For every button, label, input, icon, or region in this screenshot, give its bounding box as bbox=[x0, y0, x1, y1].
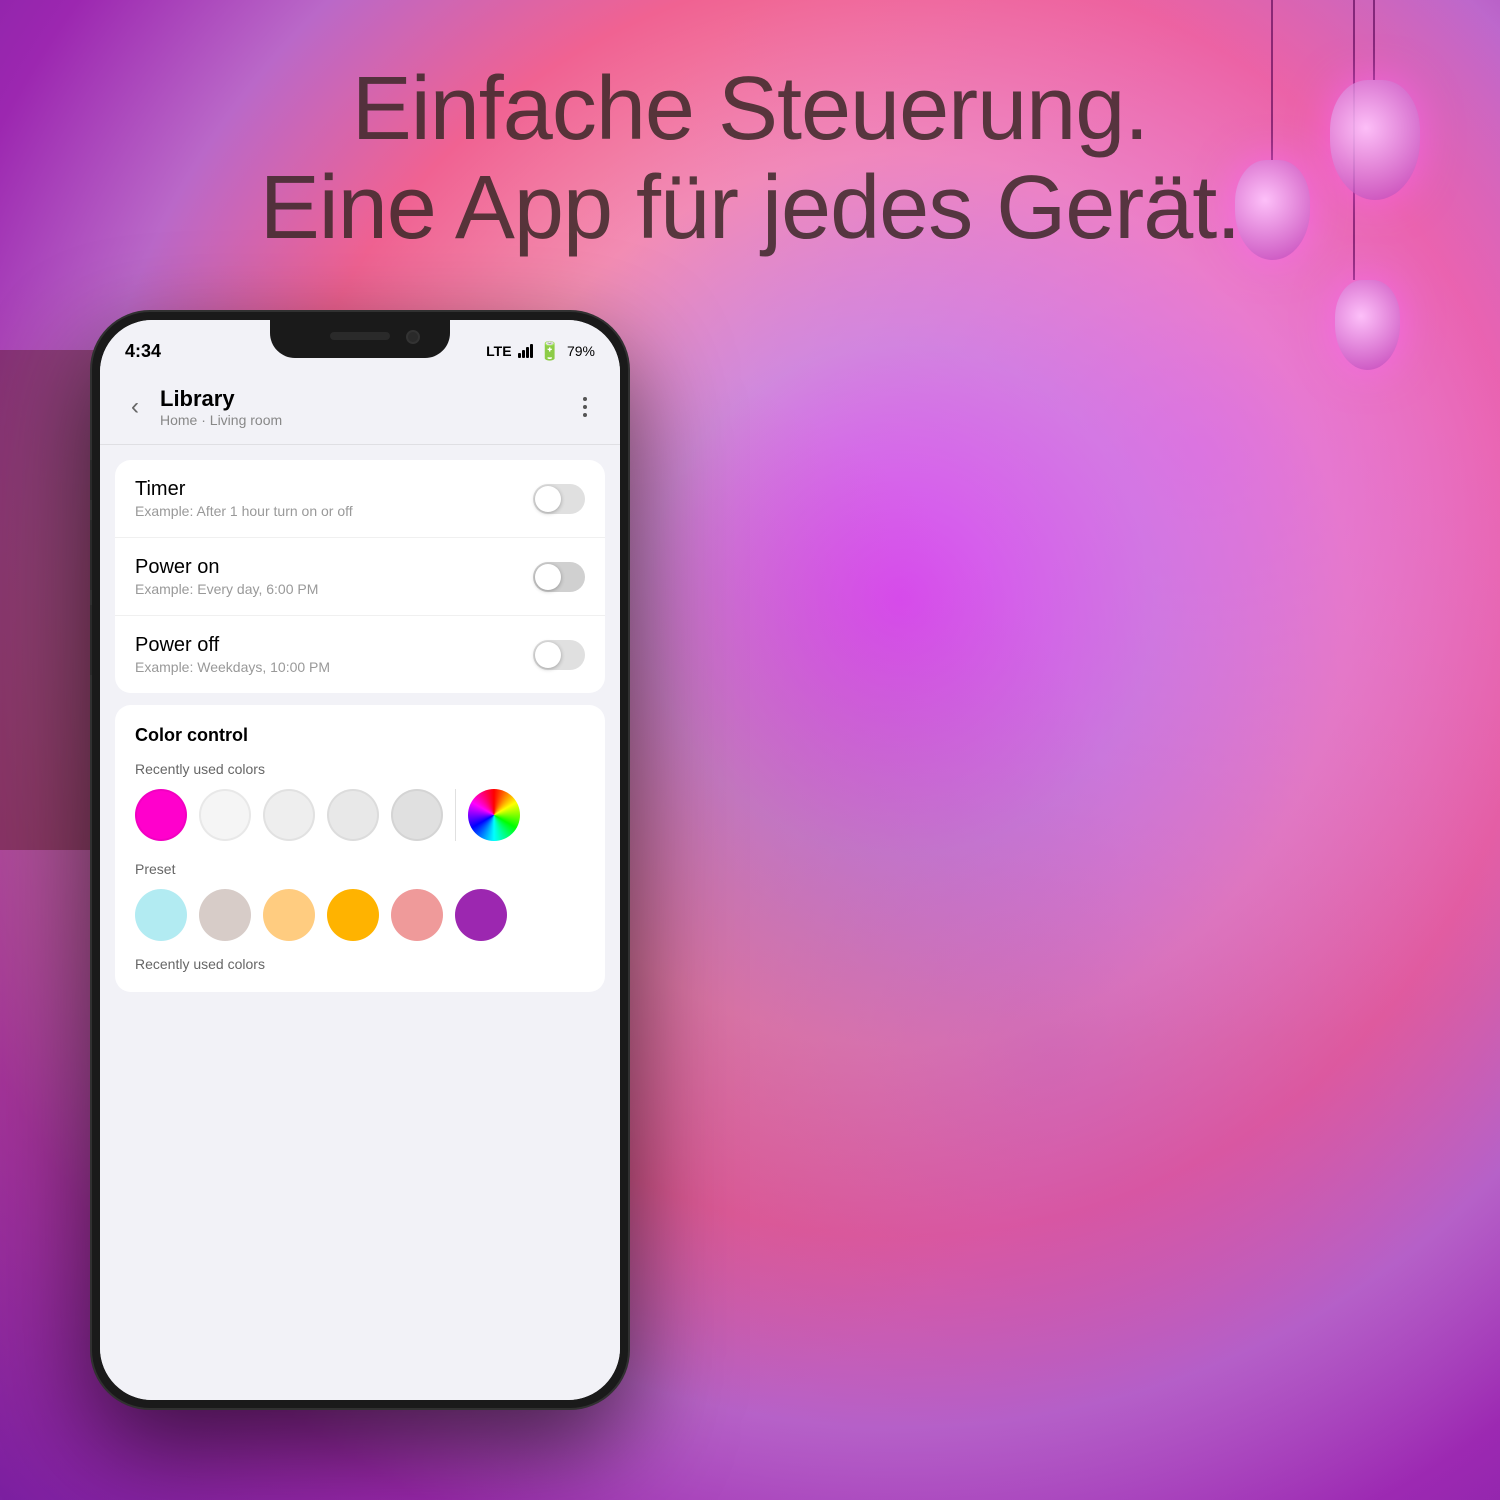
timer-toggle-thumb bbox=[535, 486, 561, 512]
color-circle-3[interactable] bbox=[327, 789, 379, 841]
app-header: ‹ Library Home · Living room bbox=[100, 370, 620, 445]
headline-line1: Einfache Steuerung. bbox=[0, 60, 1500, 159]
power-off-toggle-thumb bbox=[535, 642, 561, 668]
camera-icon bbox=[406, 330, 420, 344]
signal-icon bbox=[518, 344, 533, 358]
back-button[interactable]: ‹ bbox=[120, 392, 150, 422]
timer-text: Timer Example: After 1 hour turn on or o… bbox=[135, 478, 533, 519]
color-circle-2[interactable] bbox=[263, 789, 315, 841]
recently-used-label: Recently used colors bbox=[135, 761, 585, 777]
preset-circle-5[interactable] bbox=[455, 889, 507, 941]
preset-circle-2[interactable] bbox=[263, 889, 315, 941]
color-circle-0[interactable] bbox=[135, 789, 187, 841]
status-time: 4:34 bbox=[125, 341, 161, 362]
power-off-label: Power off bbox=[135, 634, 533, 657]
timers-card: Timer Example: After 1 hour turn on or o… bbox=[115, 460, 605, 693]
color-circle-4[interactable] bbox=[391, 789, 443, 841]
power-button bbox=[628, 490, 630, 570]
phone-outer: 4:34 LTE 🔋 79% ‹ bbox=[90, 310, 630, 1410]
menu-dot-3 bbox=[583, 413, 587, 417]
phone-screen: 4:34 LTE 🔋 79% ‹ bbox=[100, 320, 620, 1400]
phone-mockup: 4:34 LTE 🔋 79% ‹ bbox=[90, 310, 630, 1410]
power-off-row: Power off Example: Weekdays, 10:00 PM bbox=[115, 616, 605, 693]
phone-screen-area: 4:34 LTE 🔋 79% ‹ bbox=[100, 320, 620, 1400]
color-divider bbox=[455, 789, 456, 841]
power-off-desc: Example: Weekdays, 10:00 PM bbox=[135, 659, 533, 675]
preset-colors-row bbox=[135, 889, 585, 941]
preset-label: Preset bbox=[135, 861, 585, 877]
power-on-row: Power on Example: Every day, 6:00 PM bbox=[115, 538, 605, 616]
power-on-label: Power on bbox=[135, 556, 533, 579]
color-wheel-button[interactable] bbox=[468, 789, 520, 841]
power-on-desc: Example: Every day, 6:00 PM bbox=[135, 581, 533, 597]
preset-circle-1[interactable] bbox=[199, 889, 251, 941]
volume-down-button bbox=[90, 605, 92, 675]
mute-button bbox=[90, 460, 92, 500]
speaker-icon bbox=[330, 332, 390, 340]
timer-label: Timer bbox=[135, 478, 533, 501]
color-control-card: Color control Recently used colors Prese… bbox=[115, 705, 605, 992]
timer-toggle[interactable] bbox=[533, 484, 585, 514]
timer-row: Timer Example: After 1 hour turn on or o… bbox=[115, 460, 605, 538]
header-title: Library bbox=[160, 386, 560, 412]
power-off-text: Power off Example: Weekdays, 10:00 PM bbox=[135, 634, 533, 675]
power-off-toggle[interactable] bbox=[533, 640, 585, 670]
lte-indicator: LTE bbox=[486, 343, 511, 359]
power-on-toggle[interactable] bbox=[533, 562, 585, 592]
preset-circle-0[interactable] bbox=[135, 889, 187, 941]
power-on-text: Power on Example: Every day, 6:00 PM bbox=[135, 556, 533, 597]
preset-circle-3[interactable] bbox=[327, 889, 379, 941]
timer-desc: Example: After 1 hour turn on or off bbox=[135, 503, 533, 519]
color-section-title: Color control bbox=[135, 725, 585, 746]
color-circle-1[interactable] bbox=[199, 789, 251, 841]
content-area: Timer Example: After 1 hour turn on or o… bbox=[100, 445, 620, 1400]
more-options-button[interactable] bbox=[570, 392, 600, 422]
header-subtitle: Home · Living room bbox=[160, 412, 560, 428]
recently-used-label-2: Recently used colors bbox=[135, 956, 585, 972]
volume-up-button bbox=[90, 520, 92, 590]
status-icons: LTE 🔋 79% bbox=[486, 341, 595, 362]
headline-line2: Eine App für jedes Gerät. bbox=[0, 159, 1500, 258]
menu-dot-1 bbox=[583, 397, 587, 401]
battery-icon: 🔋 bbox=[539, 341, 561, 362]
menu-dot-2 bbox=[583, 405, 587, 409]
header-title-block: Library Home · Living room bbox=[160, 386, 560, 428]
headline: Einfache Steuerung. Eine App für jedes G… bbox=[0, 60, 1500, 258]
phone-notch bbox=[270, 320, 450, 358]
recent-colors-row bbox=[135, 789, 585, 841]
battery-percent: 79% bbox=[567, 343, 595, 359]
power-on-toggle-thumb bbox=[535, 564, 561, 590]
preset-circle-4[interactable] bbox=[391, 889, 443, 941]
